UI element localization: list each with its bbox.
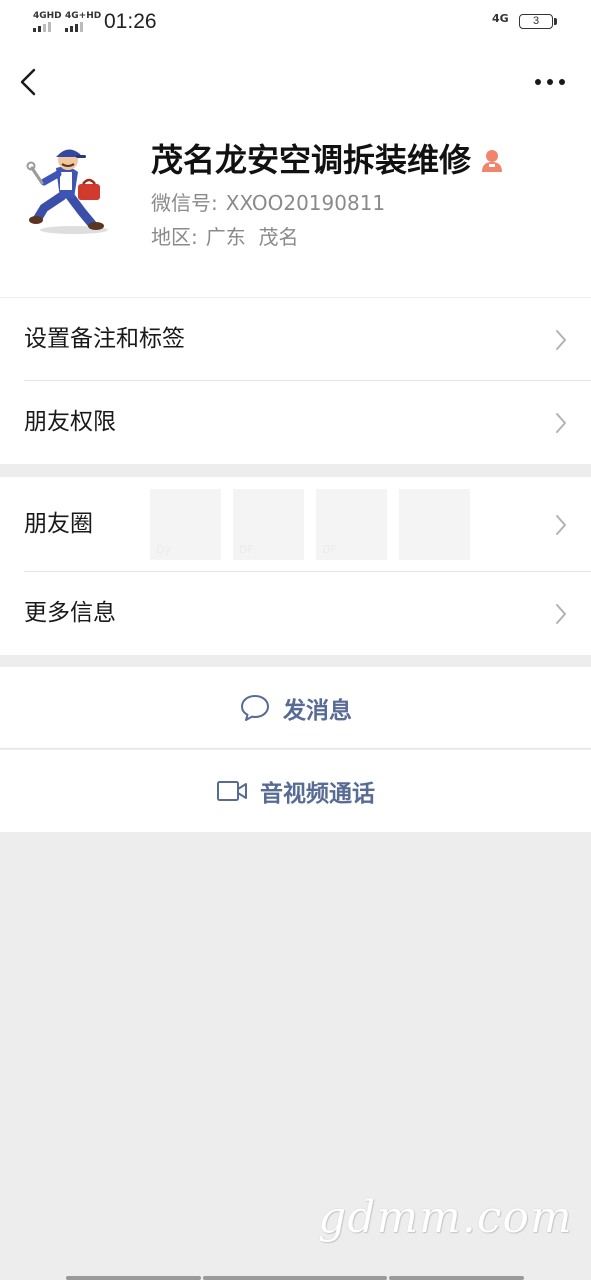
- more-info-label: 更多信息: [24, 600, 116, 626]
- more-dots-icon: [535, 79, 565, 85]
- gesture-bar-center: [203, 1276, 387, 1280]
- moments-group: 朋友圈 Dy DF DF 更多信息: [0, 477, 591, 655]
- moments-label: 朋友圈: [24, 511, 93, 537]
- gesture-bar-right: [389, 1276, 524, 1280]
- set-remark-row[interactable]: 设置备注和标签: [0, 298, 591, 381]
- region-value: 广东 茂名: [205, 225, 299, 249]
- set-remark-label: 设置备注和标签: [24, 326, 185, 352]
- chevron-right-icon: [556, 515, 566, 535]
- data-network-icon: 4G: [492, 12, 509, 25]
- site-watermark: gdmm.com: [318, 1192, 573, 1243]
- moments-thumbnail: Dy: [150, 489, 221, 560]
- wechat-id-line: 微信号: XXOO20190811: [151, 190, 385, 216]
- region-line: 地区: 广东 茂名: [151, 224, 298, 250]
- avatar[interactable]: [22, 138, 122, 238]
- profile-header: 茂名龙安空调拆装维修 微信号: XXOO20190811 地区: 广东 茂名: [0, 116, 591, 297]
- sim1-network-type: 4GHD: [33, 11, 62, 21]
- video-camera-icon: [217, 781, 247, 801]
- moments-thumbnail: DF: [233, 489, 304, 560]
- person-badge-icon: [480, 148, 504, 174]
- video-call-button[interactable]: 音视频通话: [0, 750, 591, 832]
- nav-bar: [0, 48, 591, 116]
- back-button[interactable]: [10, 62, 50, 102]
- send-message-button[interactable]: 发消息: [0, 667, 591, 749]
- row-divider: [0, 748, 591, 749]
- friend-permissions-label: 朋友权限: [24, 409, 116, 435]
- wechat-id-label: 微信号:: [151, 191, 218, 215]
- chevron-right-icon: [556, 413, 566, 433]
- battery-tip: [554, 18, 557, 25]
- friend-permissions-row[interactable]: 朋友权限: [0, 381, 591, 464]
- region-label: 地区:: [151, 225, 198, 249]
- gesture-bar-left: [66, 1276, 201, 1280]
- repairman-avatar-icon: [26, 149, 108, 234]
- moments-row[interactable]: 朋友圈 Dy DF DF: [0, 477, 591, 572]
- send-message-label: 发消息: [283, 698, 352, 724]
- settings-group: 设置备注和标签 朋友权限: [0, 298, 591, 464]
- battery-icon: 3: [519, 14, 553, 29]
- more-info-row[interactable]: 更多信息: [0, 572, 591, 655]
- moments-thumbnail: [399, 489, 470, 560]
- chevron-right-icon: [556, 330, 566, 350]
- chat-bubble-icon: [241, 695, 269, 721]
- sim2-network-type: 4G+HD: [65, 11, 102, 21]
- wechat-id-value: XXOO20190811: [225, 191, 386, 215]
- contact-nickname: 茂名龙安空调拆装维修: [151, 141, 472, 179]
- status-bar: 4GHD 4G+HD 01:26 4G 3: [0, 0, 591, 48]
- chevron-right-icon: [556, 604, 566, 624]
- back-arrow-icon: [20, 68, 36, 96]
- clock: 01:26: [104, 10, 157, 33]
- more-button[interactable]: [528, 62, 572, 102]
- moments-thumbnail: DF: [316, 489, 387, 560]
- video-call-label: 音视频通话: [260, 781, 375, 807]
